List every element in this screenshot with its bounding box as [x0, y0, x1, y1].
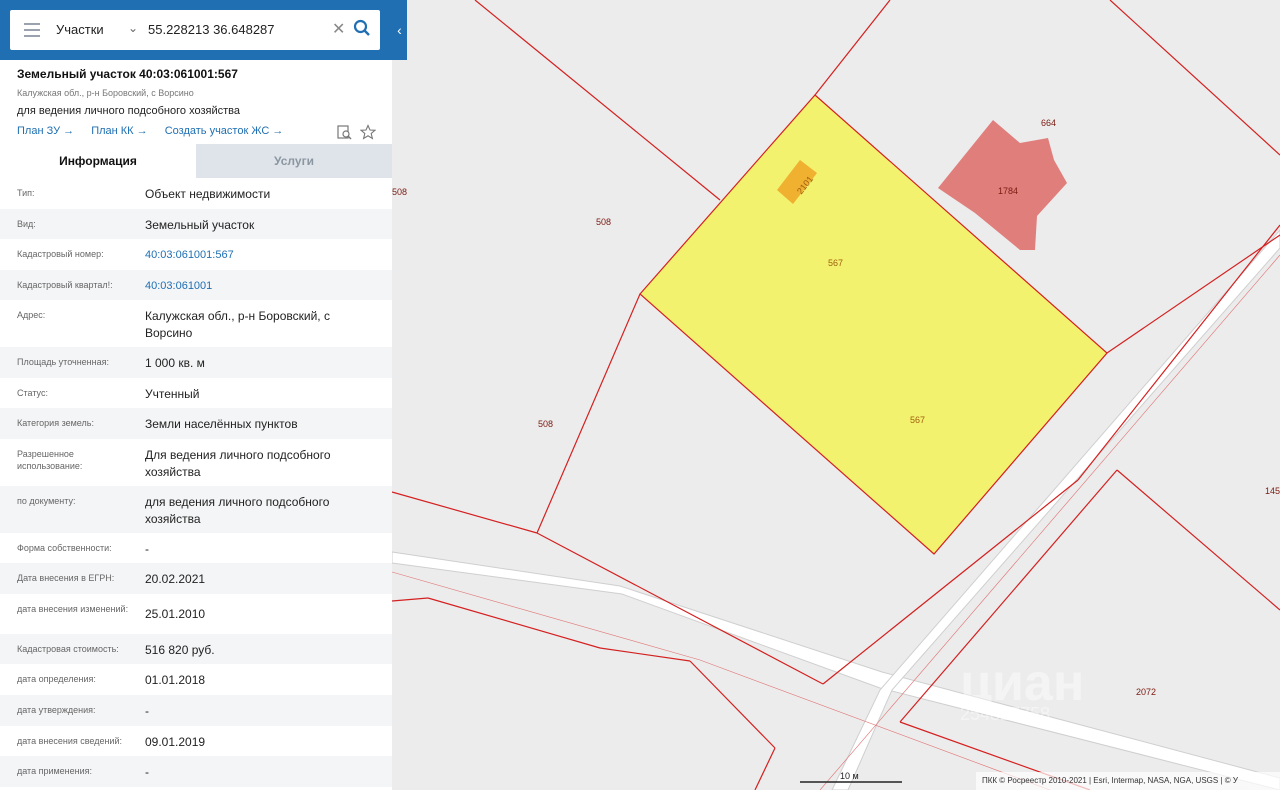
row-value: 25.01.2010	[145, 607, 206, 621]
row-label: Тип:	[17, 188, 35, 198]
row-value: Калужская обл., р-н Боровский, с Ворсино	[145, 309, 330, 340]
parcel-label-145: 145	[1265, 486, 1280, 496]
row-value: -	[145, 704, 149, 718]
parcel-label-508: 508	[538, 419, 553, 429]
row-area: Площадь уточненная: 1 000 кв. м	[0, 347, 392, 378]
tab-information[interactable]: Информация	[0, 144, 196, 178]
row-label: дата утверждения:	[17, 705, 96, 715]
row-egrn-date: Дата внесения в ЕГРН: 20.02.2021	[0, 563, 392, 594]
row-cadastral-quarter: Кадастровый квартал!: 40:03:061001	[0, 270, 392, 300]
row-cadastral-number: Кадастровый номер: 40:03:061001:567	[0, 239, 392, 270]
cadastral-number-link[interactable]: 40:03:061001:567	[145, 247, 377, 264]
scale-label: 10 м	[840, 771, 859, 781]
row-value: -	[145, 765, 149, 779]
row-change-date: дата внесения изменений: 25.01.2010	[0, 594, 392, 634]
object-purpose: для ведения личного подсобного хозяйства	[17, 105, 240, 117]
row-info-date: дата внесения сведений: 09.01.2019	[0, 726, 392, 756]
parcel-label-664: 664	[1041, 118, 1056, 128]
row-label: Адрес:	[17, 310, 46, 320]
row-value: для ведения личного подсобного хозяйства	[145, 495, 330, 526]
tab-services[interactable]: Услуги	[196, 144, 392, 178]
plan-kk-link[interactable]: План КК →	[91, 125, 147, 137]
info-panel: Земельный участок 40:03:061001:567 Калуж…	[0, 0, 392, 790]
close-icon[interactable]: ✕	[332, 19, 345, 39]
row-ownership: Форма собственности: -	[0, 533, 392, 563]
search-box: Участки ⌄ 55.228213 36.648287 ✕	[10, 10, 380, 50]
row-determination-date: дата определения: 01.01.2018	[0, 664, 392, 695]
chevron-down-icon[interactable]: ⌄	[128, 21, 138, 35]
row-label: Дата внесения в ЕГРН:	[17, 573, 115, 583]
row-label: дата определения:	[17, 674, 96, 684]
row-label: Кадастровая стоимость:	[17, 644, 119, 654]
row-approval-date: дата утверждения: -	[0, 695, 392, 726]
search-icon[interactable]	[353, 19, 371, 37]
row-label: Форма собственности:	[17, 543, 112, 553]
watermark-id: 254827758	[960, 704, 1050, 724]
object-title: Земельный участок 40:03:061001:567	[17, 67, 238, 81]
row-value: Земельный участок	[145, 218, 255, 232]
row-label: по документу:	[17, 496, 76, 506]
row-application-date: дата применения: -	[0, 756, 392, 787]
row-value: -	[145, 542, 149, 556]
row-value: Земли населённых пунктов	[145, 417, 298, 431]
layer-select[interactable]: Участки	[56, 22, 104, 37]
row-value: 01.01.2018	[145, 673, 206, 687]
row-type: Тип: Объект недвижимости	[0, 178, 392, 209]
row-label: Площадь уточненная:	[17, 357, 109, 367]
tabs: Информация Услуги	[0, 144, 392, 178]
object-address-short: Калужская обл., р-н Боровский, с Ворсино	[17, 88, 194, 98]
row-value: 516 820 руб.	[145, 643, 215, 657]
create-parcel-link[interactable]: Создать участок ЖС →	[165, 125, 284, 137]
row-status: Статус: Учтенный	[0, 378, 392, 408]
row-value: 20.02.2021	[145, 572, 206, 586]
row-cadastral-value: Кадастровая стоимость: 516 820 руб.	[0, 634, 392, 664]
row-address: Адрес: Калужская обл., р-н Боровский, с …	[0, 300, 392, 347]
star-icon[interactable]	[360, 124, 376, 140]
row-label: Статус:	[17, 388, 48, 398]
search-on-map-icon[interactable]	[336, 124, 352, 140]
collapse-panel-icon[interactable]: ‹	[392, 0, 407, 60]
row-label: дата внесения сведений:	[17, 736, 122, 746]
row-value: Для ведения личного подсобного хозяйства	[145, 448, 331, 479]
parcel-label-1784: 1784	[998, 186, 1018, 196]
menu-icon[interactable]	[24, 23, 40, 37]
attribute-table: Тип: Объект недвижимости Вид: Земельный …	[0, 178, 392, 787]
row-kind: Вид: Земельный участок	[0, 209, 392, 239]
row-land-category: Категория земель: Земли населённых пункт…	[0, 408, 392, 439]
attribution: ПКК © Росреестр 2010-2021 | Esri, Interm…	[982, 776, 1239, 785]
row-label: дата применения:	[17, 766, 93, 776]
row-label: Кадастровый номер:	[17, 249, 104, 259]
cadastral-quarter-link[interactable]: 40:03:061001	[145, 278, 377, 295]
parcel-label-508: 508	[596, 217, 611, 227]
row-permitted-use: Разрешенное использование: Для ведения л…	[0, 439, 392, 486]
row-label: дата внесения изменений:	[17, 604, 129, 614]
row-label: Кадастровый квартал!:	[17, 280, 113, 290]
row-by-document: по документу: для ведения личного подсоб…	[0, 486, 392, 533]
row-value: 09.01.2019	[145, 735, 206, 749]
row-value: 1 000 кв. м	[145, 356, 205, 370]
parcel-label-508: 508	[392, 187, 407, 197]
row-label: Вид:	[17, 219, 36, 229]
search-input[interactable]: 55.228213 36.648287	[148, 22, 275, 37]
plan-zu-link[interactable]: План ЗУ →	[17, 125, 74, 137]
row-value: Объект недвижимости	[145, 187, 271, 201]
parcel-label-567: 567	[828, 258, 843, 268]
row-value: Учтенный	[145, 387, 200, 401]
parcel-label-567: 567	[910, 415, 925, 425]
action-links: План ЗУ → План КК → Создать участок ЖС →	[17, 125, 297, 137]
parcel-label-2072: 2072	[1136, 687, 1156, 697]
row-label: Разрешенное использование:	[17, 449, 83, 471]
search-bar: Участки ⌄ 55.228213 36.648287 ✕ ‹	[0, 0, 407, 60]
row-label: Категория земель:	[17, 418, 94, 428]
